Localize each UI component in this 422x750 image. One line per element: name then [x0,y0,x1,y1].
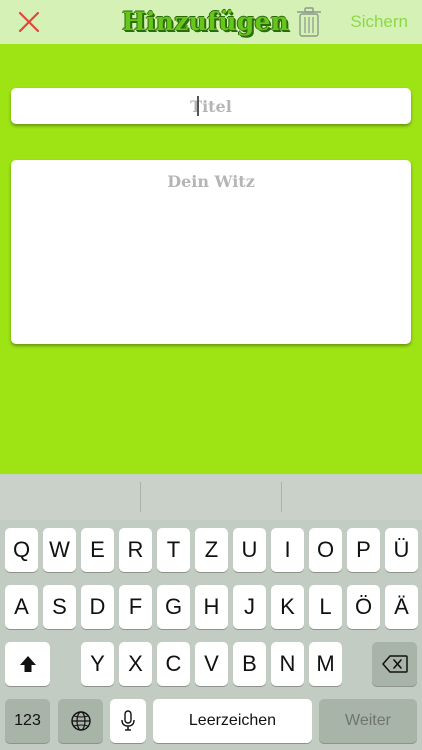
title-input[interactable] [11,88,411,124]
key-d[interactable]: D [81,585,114,629]
key-t[interactable]: T [157,528,190,572]
key-e[interactable]: E [81,528,114,572]
key-ue[interactable]: Ü [385,528,418,572]
globe-icon [70,711,91,731]
text-caret [197,96,199,116]
suggestion-bar [0,474,422,520]
key-j[interactable]: J [233,585,266,629]
key-k[interactable]: K [271,585,304,629]
title-field-container [11,88,411,124]
key-s[interactable]: S [43,585,76,629]
key-m[interactable]: M [309,642,342,686]
numbers-key[interactable]: 123 [5,699,50,743]
shift-icon [19,656,36,672]
delete-button[interactable] [296,6,322,38]
trash-icon [297,7,321,37]
key-p[interactable]: P [347,528,380,572]
shift-key[interactable] [5,642,50,686]
key-g[interactable]: G [157,585,190,629]
key-q[interactable]: Q [5,528,38,572]
space-key[interactable]: Leerzeichen [153,699,312,743]
key-y[interactable]: Y [81,642,114,686]
navigation-bar: Hinzufügen Sichern [0,0,422,44]
key-o[interactable]: O [309,528,342,572]
key-area: Q W E R T Z U I O P Ü A S D F G H J K L … [0,520,422,750]
key-h[interactable]: H [195,585,228,629]
globe-key[interactable] [58,699,103,743]
key-n[interactable]: N [271,642,304,686]
key-x[interactable]: X [119,642,152,686]
backspace-icon [381,655,408,673]
key-u[interactable]: U [233,528,266,572]
key-f[interactable]: F [119,585,152,629]
key-w[interactable]: W [43,528,76,572]
key-b[interactable]: B [233,642,266,686]
suggestion-separator [281,482,282,512]
key-i[interactable]: I [271,528,304,572]
key-v[interactable]: V [195,642,228,686]
joke-field-container [11,160,411,344]
return-key[interactable]: Weiter [319,699,417,743]
dictation-key[interactable] [110,699,146,743]
key-ae[interactable]: Ä [385,585,418,629]
suggestion-separator [140,482,141,512]
key-oe[interactable]: Ö [347,585,380,629]
save-button[interactable]: Sichern [334,10,408,34]
key-r[interactable]: R [119,528,152,572]
close-icon [18,11,40,33]
key-l[interactable]: L [309,585,342,629]
close-button[interactable] [15,8,43,36]
key-a[interactable]: A [5,585,38,629]
delete-key[interactable] [372,642,417,686]
keyboard: Q W E R T Z U I O P Ü A S D F G H J K L … [0,474,422,750]
joke-textarea[interactable] [11,160,411,344]
key-z[interactable]: Z [195,528,228,572]
key-c[interactable]: C [157,642,190,686]
page-title: Hinzufügen [122,7,290,36]
microphone-icon [121,710,135,731]
